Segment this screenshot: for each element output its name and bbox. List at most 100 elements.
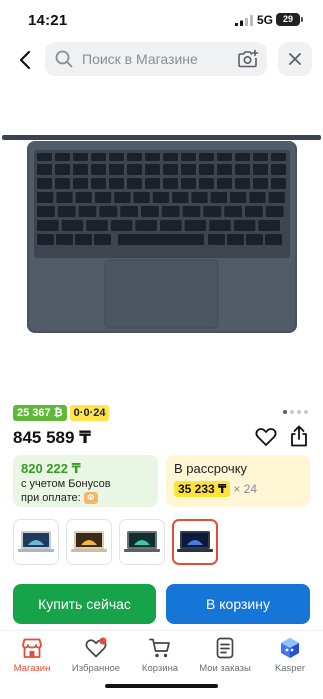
keyboard-key [99, 206, 118, 217]
thumb-silver[interactable] [13, 519, 59, 565]
thumb-space-gray[interactable] [119, 519, 165, 565]
keyboard-key [235, 178, 250, 189]
gallery-dot [290, 410, 294, 414]
keyboard-key [145, 153, 160, 161]
keyboard-key [78, 206, 97, 217]
orders-icon [216, 637, 234, 659]
keyboard-key [199, 178, 214, 189]
keyboard-key [94, 234, 111, 245]
keyboard-key [217, 178, 232, 189]
bonus-price-card[interactable]: 820 222 ₸ с учетом Бонусов при оплате: Ф [13, 455, 158, 507]
bonus-coin-icon: Ф [83, 492, 98, 505]
share-icon[interactable] [289, 425, 309, 447]
nav-item-shop[interactable]: Магазин [0, 637, 64, 674]
camera-search-icon[interactable] [237, 49, 259, 69]
keyboard-key [55, 178, 70, 189]
nav-item-orders[interactable]: Мои заказы [193, 637, 257, 674]
installment-row: 35 233 ₸ × 24 [174, 481, 302, 497]
keyboard-key [172, 192, 189, 203]
keyboard-key [37, 192, 54, 203]
keyboard-key [56, 192, 73, 203]
favorite-heart-icon[interactable] [255, 427, 277, 447]
keyboard-key [73, 178, 88, 189]
keyboard-key [127, 153, 142, 161]
keyboard-key [203, 206, 222, 217]
keyboard-key [209, 220, 231, 231]
keyboard-key [91, 178, 106, 189]
close-icon [289, 53, 301, 65]
keyboard-key [210, 192, 227, 203]
bonus-text-row: при оплате: Ф [21, 492, 150, 505]
keyboard-key [110, 220, 133, 231]
keyboard-key [37, 234, 54, 245]
keyboard-key [57, 206, 76, 217]
keyboard-key [109, 153, 124, 161]
color-thumbnails [13, 519, 218, 565]
installment-card[interactable]: В рассрочку 35 233 ₸ × 24 [166, 455, 310, 507]
network-type: 5G [257, 13, 274, 27]
keyboard-key [86, 220, 108, 231]
laptop-thumbnail-icon [124, 531, 160, 552]
bonus-price: 820 222 ₸ [21, 461, 81, 476]
buy-now-button[interactable]: Купить сейчас [13, 584, 156, 624]
nav-item-cart[interactable]: Корзина [128, 637, 192, 674]
nav-item-favorites[interactable]: Избранное [64, 637, 128, 674]
moon-icon [68, 14, 75, 23]
keyboard-key [91, 153, 106, 161]
search-input[interactable]: Поиск в Магазине [45, 42, 267, 76]
bottom-nav: Магазин Избранное Корзина Мои заказы Kas… [0, 630, 323, 699]
keyboard-key [55, 153, 70, 161]
nav-label: Избранное [71, 663, 121, 674]
nav-label: Kasper [274, 663, 306, 674]
thumb-starlight[interactable] [66, 519, 112, 565]
keyboard-key [227, 234, 244, 245]
keyboard-key [56, 234, 73, 245]
keyboard-key [37, 220, 59, 231]
keyboard-key [135, 220, 157, 231]
keyboard-key [37, 206, 55, 217]
keyboard-key [161, 206, 180, 217]
keyboard-key [271, 164, 286, 175]
keyboard-key [37, 153, 52, 161]
keyboard-key [199, 164, 214, 175]
close-button[interactable] [278, 42, 312, 76]
keyboard-key [163, 178, 178, 189]
status-bar: 14:21 5G 29 [0, 0, 323, 40]
installment-badge: 0·0·24 [69, 405, 110, 421]
keyboard-key [120, 206, 138, 217]
search-icon [55, 50, 73, 68]
keyboard-key [235, 164, 250, 175]
back-button[interactable] [12, 46, 38, 74]
keyboard-key [268, 192, 285, 203]
keyboard-key [253, 164, 268, 175]
nav-item-kasper[interactable]: Kasper [258, 637, 322, 674]
keyboard-key [235, 153, 250, 161]
keyboard-key [246, 234, 263, 245]
keyboard-key [75, 234, 92, 245]
search-header: Поиск в Магазине [0, 40, 323, 80]
keyboard-key [181, 153, 196, 161]
keyboard-key [230, 192, 247, 203]
keyboard-key [181, 164, 196, 175]
nav-label: Корзина [141, 663, 179, 674]
product-price: 845 589 ₸ [13, 428, 92, 447]
keyboard-key [253, 153, 268, 161]
keyboard-key [265, 234, 282, 245]
search-placeholder: Поиск в Магазине [82, 51, 198, 67]
keyboard-key [245, 206, 263, 217]
keyboard-key [199, 153, 214, 161]
keyboard-key [258, 220, 280, 231]
product-image[interactable] [0, 120, 323, 340]
installment-months: × 24 [233, 482, 258, 496]
gallery-dot [304, 410, 308, 414]
keyboard-key [217, 153, 232, 161]
gallery-dot [283, 410, 287, 414]
thumb-midnight[interactable] [172, 519, 218, 565]
add-to-cart-button[interactable]: В корзину [166, 584, 310, 624]
shop-icon [22, 638, 42, 658]
keyboard-key [145, 164, 160, 175]
kasper-icon [281, 638, 299, 658]
keyboard-key [61, 220, 84, 231]
keyboard-key [181, 178, 196, 189]
keyboard-key [91, 164, 106, 175]
